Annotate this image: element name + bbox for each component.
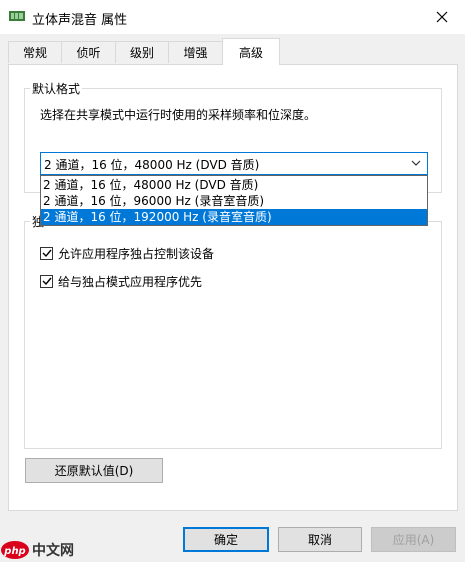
title-bar: 立体声混音 属性 (0, 0, 465, 34)
tab-strip: 常规 侦听 级别 增强 高级 (8, 38, 460, 65)
allow-exclusive-row[interactable]: 允许应用程序独占控制该设备 (40, 245, 214, 261)
allow-exclusive-label: 允许应用程序独占控制该设备 (58, 246, 215, 261)
exclusive-priority-row[interactable]: 给与独占模式应用程序优先 (40, 273, 202, 289)
dropdown-option-96000[interactable]: 2 通道，16 位，96000 Hz (录音室音质) (41, 193, 427, 209)
sample-rate-select[interactable]: 2 通道，16 位，48000 Hz (DVD 音质) (40, 152, 428, 175)
tab-enhancements[interactable]: 增强 (168, 41, 223, 63)
cancel-button[interactable]: 取消 (278, 527, 362, 552)
allow-exclusive-checkbox[interactable] (40, 246, 53, 260)
window-title: 立体声混音 属性 (32, 13, 128, 28)
speaker-device-icon (9, 11, 25, 21)
apply-button[interactable]: 应用(A) (371, 527, 456, 552)
tab-advanced[interactable]: 高级 (222, 38, 280, 65)
php-logo-icon: php (1, 541, 29, 559)
watermark: php 中文网 (0, 538, 74, 562)
default-format-description: 选择在共享模式中运行时使用的采样频率和位深度。 (40, 108, 317, 122)
tab-general[interactable]: 常规 (8, 41, 62, 63)
sample-rate-dropdown-list: 2 通道，16 位，48000 Hz (DVD 音质) 2 通道，16 位，96… (40, 175, 428, 226)
checkmark-icon (42, 249, 52, 258)
dropdown-option-192000[interactable]: 2 通道，16 位，192000 Hz (录音室音质) (41, 209, 427, 225)
ok-button[interactable]: 确定 (183, 527, 269, 552)
close-button[interactable] (419, 0, 465, 34)
dropdown-option-48000[interactable]: 2 通道，16 位，48000 Hz (DVD 音质) (41, 177, 427, 193)
chevron-down-icon (411, 160, 421, 166)
tab-listen[interactable]: 侦听 (61, 41, 116, 63)
close-icon (436, 11, 448, 23)
sample-rate-selected-value: 2 通道，16 位，48000 Hz (DVD 音质) (44, 158, 260, 172)
checkmark-icon (42, 277, 52, 286)
tab-levels[interactable]: 级别 (115, 41, 169, 63)
watermark-text: 中文网 (32, 543, 74, 559)
exclusive-priority-label: 给与独占模式应用程序优先 (58, 274, 203, 289)
exclusive-priority-checkbox[interactable] (40, 274, 53, 288)
svg-text:php: php (3, 546, 25, 557)
restore-defaults-button[interactable]: 还原默认值(D) (25, 458, 163, 483)
default-format-label: 默认格式 (30, 80, 83, 97)
